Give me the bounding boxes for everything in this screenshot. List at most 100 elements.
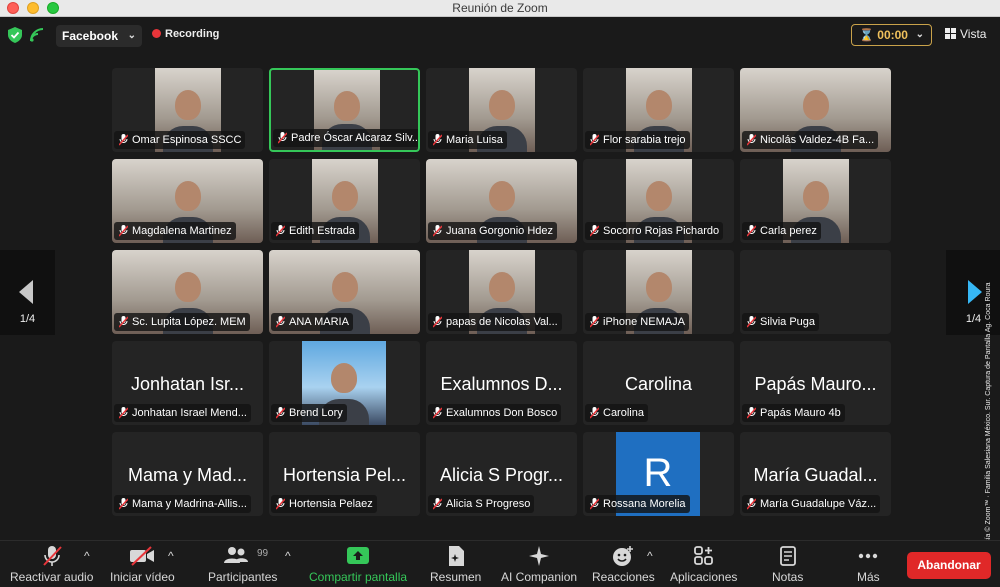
participant-tile[interactable]: Brend Lory (269, 341, 420, 425)
share-screen-icon (347, 547, 370, 564)
view-label: Vista (960, 27, 987, 41)
participant-display-name: María Guadal... (753, 465, 878, 485)
microphone-muted-icon (747, 498, 756, 510)
livestream-facebook-dropdown[interactable]: Facebook ⌄ (56, 25, 143, 47)
recording-label: Recording (165, 28, 220, 40)
participant-tile[interactable]: Omar Espinosa SSCC (112, 68, 263, 152)
reactions-options-caret[interactable]: ^ (647, 549, 653, 563)
participant-tile[interactable]: Mama y Mad... Mama y Madrina-Allis... (112, 432, 263, 516)
participant-tile[interactable]: ANA MARIA (269, 250, 420, 334)
participant-tile[interactable]: papas de Nicolas Val... (426, 250, 577, 334)
participant-tile[interactable]: Padre Óscar Alcaraz Silv... (269, 68, 420, 152)
sparkle-icon (529, 546, 550, 566)
reactions-label: Reacciones (592, 570, 655, 584)
participant-name: María Guadalupe Váz... (760, 498, 877, 510)
notes-button[interactable]: Notas (772, 545, 803, 584)
participant-tile[interactable]: Silvia Puga (740, 250, 891, 334)
participant-tile[interactable]: Papás Mauro... Papás Mauro 4b (740, 341, 891, 425)
participant-tile[interactable]: Nicolás Valdez-4B Fa... (740, 68, 891, 152)
audio-options-caret[interactable]: ^ (84, 549, 90, 563)
shield-icon[interactable] (8, 27, 22, 43)
microphone-muted-icon (119, 316, 128, 328)
livestream-label: Facebook (62, 29, 119, 43)
participant-name-label: Sc. Lupita López. MEM (114, 313, 250, 331)
participant-name-label: Exalumnos Don Bosco (428, 404, 562, 422)
meeting-timer[interactable]: ⌛ 00:00 ⌄ (851, 24, 932, 46)
participant-name-label: iPhone NEMAJA (585, 313, 689, 331)
apps-icon (693, 546, 713, 565)
participant-tile[interactable]: Maria Luisa (426, 68, 577, 152)
participant-name: Maria Luisa (446, 134, 503, 146)
more-button[interactable]: Más (857, 545, 880, 584)
participant-silhouette (175, 89, 201, 120)
arrow-right-icon (968, 280, 982, 304)
summary-button[interactable]: Resumen (430, 545, 481, 584)
participant-display-name: Carolina (624, 374, 693, 394)
participants-count: 99 (257, 548, 269, 559)
participant-name-label: Edith Estrada (271, 222, 360, 240)
microphone-muted-icon (747, 225, 756, 237)
unmute-audio-button[interactable]: Reactivar audio (10, 545, 93, 584)
participant-tile[interactable]: Exalumnos D... Exalumnos Don Bosco (426, 341, 577, 425)
microphone-muted-icon (590, 225, 599, 237)
participant-tile[interactable]: Carolina Carolina (583, 341, 734, 425)
participant-name-label: Brend Lory (271, 404, 347, 422)
microphone-muted-icon (278, 132, 287, 144)
meeting-toolbar: Reactivar audio ^ Iniciar vídeo ^ Partic… (0, 540, 1000, 587)
ai-companion-label: AI Companion (501, 570, 578, 584)
start-video-button[interactable]: Iniciar vídeo (110, 545, 175, 584)
ai-companion-button[interactable]: AI Companion (501, 545, 577, 584)
participant-tile[interactable]: Socorro Rojas Pichardo (583, 159, 734, 243)
microphone-muted-icon (433, 225, 442, 237)
participant-tile[interactable]: Edith Estrada (269, 159, 420, 243)
window-title: Reunión de Zoom (452, 1, 548, 15)
summary-icon (448, 546, 464, 566)
microphone-muted-icon (276, 498, 285, 510)
share-screen-button[interactable]: Compartir pantalla (309, 545, 407, 584)
microphone-muted-icon (276, 316, 285, 328)
participant-silhouette (488, 180, 515, 211)
participant-name: Jonhatan Israel Mend... (132, 407, 247, 419)
participant-name: Rossana Morelia (603, 498, 686, 510)
participant-name-label: Carolina (585, 404, 648, 422)
participants-options-caret[interactable]: ^ (285, 549, 291, 563)
previous-page-button[interactable]: 1/4 (0, 250, 55, 335)
unmute-audio-label: Reactivar audio (10, 570, 94, 584)
participant-tile[interactable]: María Guadal... María Guadalupe Váz... (740, 432, 891, 516)
video-options-caret[interactable]: ^ (168, 549, 174, 563)
apps-button[interactable]: Aplicaciones (670, 545, 737, 584)
participant-tile[interactable]: Sc. Lupita López. MEM (112, 250, 263, 334)
participant-tile[interactable]: Jonhatan Isr... Jonhatan Israel Mend... (112, 341, 263, 425)
participant-name-label: Rossana Morelia (585, 495, 690, 513)
participant-tile[interactable]: R Rossana Morelia (583, 432, 734, 516)
reactions-button[interactable]: Reacciones (592, 545, 655, 584)
participant-name: Brend Lory (289, 407, 343, 419)
participant-name: Exalumnos Don Bosco (446, 407, 558, 419)
participant-tile[interactable]: Juana Gorgonio Hdez (426, 159, 577, 243)
participant-tile[interactable]: iPhone NEMAJA (583, 250, 734, 334)
participant-name: Alicia S Progreso (446, 498, 531, 510)
participant-tile[interactable]: Hortensia Pel... Hortensia Pelaez (269, 432, 420, 516)
participant-name-label: Magdalena Martinez (114, 222, 236, 240)
leave-meeting-button[interactable]: Abandonar (907, 552, 991, 579)
microphone-muted-icon (119, 407, 128, 419)
participant-tile[interactable]: Flor sarabia trejo (583, 68, 734, 152)
hourglass-icon: ⌛ (859, 28, 878, 42)
recording-indicator[interactable]: Recording (152, 27, 219, 42)
connection-signal-icon[interactable] (30, 28, 44, 42)
participant-tile[interactable]: Alicia S Progr... Alicia S Progreso (426, 432, 577, 516)
video-camera-off-icon (130, 546, 155, 566)
participant-tile[interactable]: Magdalena Martinez (112, 159, 263, 243)
microphone-muted-icon (590, 498, 599, 510)
participant-name: Sc. Lupita López. MEM (132, 316, 246, 328)
participant-name: ANA MARIA (289, 316, 349, 328)
participant-name: Socorro Rojas Pichardo (603, 225, 720, 237)
start-video-label: Iniciar vídeo (110, 570, 175, 584)
participant-name-label: Socorro Rojas Pichardo (585, 222, 724, 240)
timer-value: 00:00 (877, 28, 908, 42)
participant-tile[interactable]: Carla perez (740, 159, 891, 243)
smiley-icon (613, 546, 634, 566)
microphone-muted-icon (119, 134, 128, 146)
grid-view-icon (945, 28, 956, 39)
view-button[interactable]: Vista (945, 27, 986, 41)
